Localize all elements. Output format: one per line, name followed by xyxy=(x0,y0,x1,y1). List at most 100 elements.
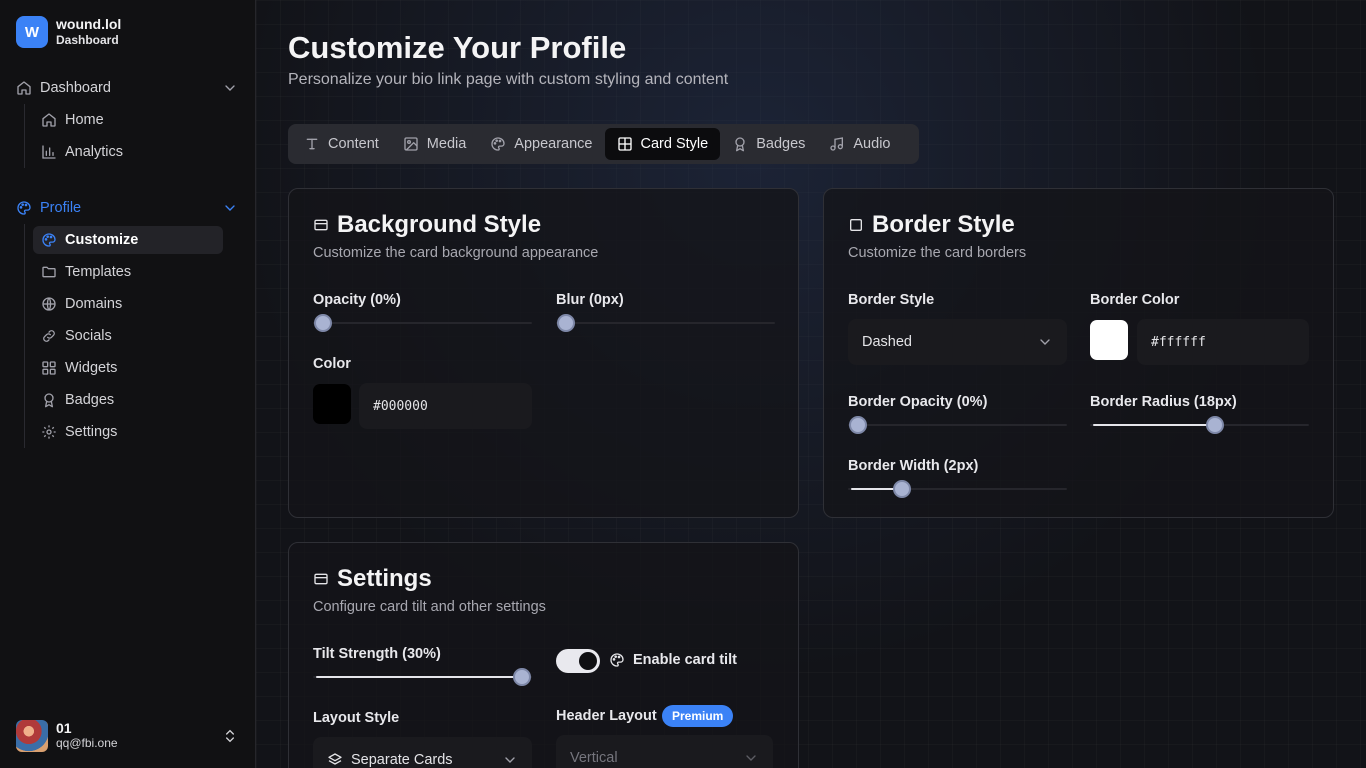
border-radius-slider[interactable] xyxy=(1090,415,1309,435)
globe-icon xyxy=(42,297,56,311)
card-tilt-toggle[interactable] xyxy=(556,649,600,673)
card-title: Settings xyxy=(337,565,432,592)
palette-icon xyxy=(491,137,505,151)
tab-label: Media xyxy=(426,136,467,152)
slider-thumb[interactable] xyxy=(557,314,575,332)
slider-thumb[interactable] xyxy=(1206,416,1225,434)
card-subtitle: Configure card tilt and other settings xyxy=(313,599,546,615)
slider-thumb[interactable] xyxy=(849,416,867,434)
premium-badge: Premium xyxy=(662,705,734,727)
sidebar-item-label: Domains xyxy=(65,296,123,312)
layout-icon xyxy=(617,137,632,151)
square-icon xyxy=(850,219,862,231)
slider-thumb[interactable] xyxy=(314,314,332,332)
card-tilt-toggle-label[interactable]: Enable card tilt xyxy=(609,652,737,668)
tab-label: Content xyxy=(328,136,379,152)
tab-content[interactable]: Content xyxy=(292,128,391,160)
border-width-label: Border Width (2px) xyxy=(848,458,979,474)
card-subtitle: Customize the card background appearance xyxy=(313,245,599,261)
select-value: Separate Cards xyxy=(351,752,453,768)
sidebar-item-home[interactable]: Home xyxy=(33,106,223,134)
color-swatch[interactable] xyxy=(313,384,351,424)
chevron-down-icon xyxy=(505,757,515,763)
sidebar-item-label: Widgets xyxy=(65,360,118,376)
tilt-strength-slider[interactable] xyxy=(313,667,532,687)
tab-badges[interactable]: Badges xyxy=(720,128,817,160)
color-hex-input[interactable]: #000000 xyxy=(359,383,532,429)
tab-media[interactable]: Media xyxy=(391,128,479,160)
sidebar-item-socials[interactable]: Socials xyxy=(33,322,223,350)
sidebar-item-customize[interactable]: Customize xyxy=(33,226,223,254)
nav-group-profile[interactable]: Profile xyxy=(16,195,240,221)
sidebar-item-analytics[interactable]: Analytics xyxy=(33,138,223,166)
folder-icon xyxy=(42,266,56,278)
sidebar-item-widgets[interactable]: Widgets xyxy=(33,354,223,382)
sidebar-item-label: Templates xyxy=(65,264,132,280)
nav-group-dashboard[interactable]: Dashboard xyxy=(16,75,240,101)
sidebar-item-label: Settings xyxy=(65,424,118,440)
sidebar-item-label: Socials xyxy=(65,328,112,344)
avatar xyxy=(16,720,48,752)
layers-icon xyxy=(328,753,342,765)
border-opacity-label: Border Opacity (0%) xyxy=(848,394,988,410)
tab-label: Appearance xyxy=(514,136,593,152)
image-icon xyxy=(404,137,418,151)
border-style-card: Border Style Customize the card borders … xyxy=(823,188,1334,518)
sidebar-item-label: Badges xyxy=(65,392,115,408)
border-color-swatch[interactable] xyxy=(1090,320,1128,360)
sidebar-item-label: Customize xyxy=(65,232,139,248)
border-style-label: Border Style xyxy=(848,292,935,308)
border-color-hex-input[interactable]: #ffffff xyxy=(1137,319,1309,365)
select-value: Dashed xyxy=(862,334,912,350)
layout-style-select[interactable]: Separate Cards xyxy=(313,737,532,768)
header-layout-select[interactable]: Vertical xyxy=(556,735,773,768)
user-menu[interactable]: 01 qq@fbi.one xyxy=(16,720,240,752)
brand[interactable]: W wound.lol Dashboard xyxy=(16,16,121,48)
chevron-down-icon xyxy=(1040,339,1050,345)
gear-icon xyxy=(42,425,56,439)
settings-card: Settings Configure card tilt and other s… xyxy=(288,542,799,768)
tab-label: Badges xyxy=(756,136,806,152)
sidebar-item-domains[interactable]: Domains xyxy=(33,290,223,318)
sidebar-item-templates[interactable]: Templates xyxy=(33,258,223,286)
home-icon xyxy=(17,81,31,95)
tab-appearance[interactable]: Appearance xyxy=(478,128,604,160)
card-subtitle: Customize the card borders xyxy=(848,245,1027,261)
brand-subtitle: Dashboard xyxy=(56,33,119,47)
tab-label: Audio xyxy=(853,136,891,152)
sidebar: W wound.lol Dashboard Dashboard Home Ana… xyxy=(0,0,256,768)
border-width-slider[interactable] xyxy=(848,479,1067,499)
palette-icon xyxy=(17,201,31,215)
bar-chart-icon xyxy=(42,145,56,159)
home-icon xyxy=(42,113,56,127)
toggle-label-text: Enable card tilt xyxy=(633,652,737,668)
tab-list: Content Media Appearance Card Style Badg… xyxy=(288,124,919,164)
header-layout-label: Header Layout xyxy=(556,708,657,724)
award-icon xyxy=(44,393,54,408)
border-opacity-slider[interactable] xyxy=(848,415,1067,435)
grid-icon xyxy=(42,361,56,375)
nav-divider xyxy=(24,104,25,168)
tab-label: Card Style xyxy=(640,136,709,152)
nav-group-label: Profile xyxy=(40,200,82,216)
blur-slider[interactable] xyxy=(556,313,775,333)
tab-card-style[interactable]: Card Style xyxy=(604,128,721,160)
sidebar-item-settings[interactable]: Settings xyxy=(33,418,223,446)
slider-thumb[interactable] xyxy=(892,480,911,498)
chevron-down-icon xyxy=(746,755,756,761)
border-color-label: Border Color xyxy=(1090,292,1180,308)
blur-label: Blur (0px) xyxy=(556,292,624,308)
nav-group-label: Dashboard xyxy=(40,80,111,96)
opacity-label: Opacity (0%) xyxy=(313,292,401,308)
brand-name: wound.lol xyxy=(56,16,122,32)
sidebar-item-label: Home xyxy=(65,112,104,128)
credit-card-icon xyxy=(314,219,328,231)
award-icon xyxy=(735,137,745,152)
music-icon xyxy=(830,137,844,151)
border-style-select[interactable]: Dashed xyxy=(848,319,1067,365)
chevrons-up-down-icon xyxy=(226,729,234,743)
sidebar-item-badges[interactable]: Badges xyxy=(33,386,223,414)
slider-thumb[interactable] xyxy=(513,668,531,686)
opacity-slider[interactable] xyxy=(313,313,532,333)
tab-audio[interactable]: Audio xyxy=(817,128,902,160)
